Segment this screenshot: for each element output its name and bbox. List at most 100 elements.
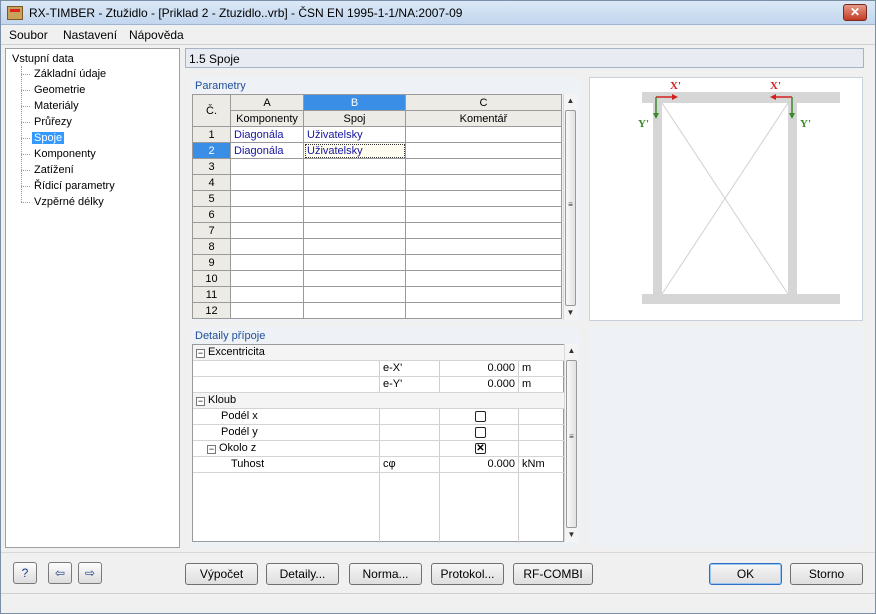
podel-x-checkbox[interactable] [475, 411, 486, 422]
close-button[interactable]: ✕ [843, 4, 867, 21]
table-row[interactable]: 4 [192, 174, 562, 191]
komentar-cell[interactable] [405, 286, 562, 303]
table-row[interactable]: 12 [192, 302, 562, 319]
scroll-up-icon[interactable]: ▲ [565, 344, 578, 358]
row-number[interactable]: 12 [192, 302, 231, 319]
table-row[interactable]: 1 Diagonála Uživatelsky [192, 126, 562, 143]
table-row[interactable]: 6 [192, 206, 562, 223]
vypocet-button[interactable]: Výpočet [185, 563, 258, 585]
row-number[interactable]: 9 [192, 254, 231, 271]
spoj-cell[interactable] [303, 222, 406, 239]
scroll-up-icon[interactable]: ▲ [564, 94, 577, 108]
collapse-icon[interactable]: − [207, 445, 216, 454]
komentar-cell[interactable] [405, 254, 562, 271]
nav-root-vstupni-data[interactable]: Vstupní data [12, 53, 74, 65]
ok-button[interactable]: OK [709, 563, 782, 585]
komentar-cell[interactable] [405, 302, 562, 319]
norma-button[interactable]: Norma... [349, 563, 422, 585]
col-letter-b[interactable]: B [303, 94, 406, 111]
komponenty-cell[interactable] [230, 302, 304, 319]
spoj-cell[interactable] [303, 254, 406, 271]
menu-soubor[interactable]: Soubor [9, 28, 48, 42]
col-letter-a[interactable]: A [230, 94, 304, 111]
komentar-cell[interactable] [405, 126, 562, 143]
ex-value-input[interactable]: 0.000 [443, 361, 515, 376]
spoj-cell[interactable] [303, 174, 406, 191]
nav-item-prurezy[interactable]: Průřezy [32, 116, 74, 128]
row-number[interactable]: 11 [192, 286, 231, 303]
table-row[interactable]: 2 Diagonála Uživatelsky [192, 142, 562, 159]
scroll-down-icon[interactable]: ▼ [564, 306, 577, 320]
spoj-cell[interactable] [303, 206, 406, 223]
rf-combi-button[interactable]: RF-COMBI [513, 563, 593, 585]
group-kloub[interactable]: − Kloub [193, 393, 565, 409]
komentar-cell[interactable] [405, 190, 562, 207]
protokol-button[interactable]: Protokol... [431, 563, 504, 585]
podel-y-checkbox[interactable] [475, 427, 486, 438]
table-row[interactable]: 7 [192, 222, 562, 239]
spoj-cell[interactable] [303, 302, 406, 319]
spoj-cell[interactable] [303, 286, 406, 303]
group-excentricita[interactable]: − Excentricita [193, 345, 565, 361]
komponenty-cell[interactable] [230, 270, 304, 287]
komentar-cell[interactable] [405, 206, 562, 223]
row-number[interactable]: 7 [192, 222, 231, 239]
export-button[interactable]: ⇨ [78, 562, 102, 584]
row-number[interactable]: 3 [192, 158, 231, 175]
komponenty-cell[interactable] [230, 190, 304, 207]
nav-item-spoje[interactable]: Spoje [32, 132, 65, 144]
komentar-cell[interactable] [405, 238, 562, 255]
col-letter-c[interactable]: C [405, 94, 562, 111]
komentar-cell[interactable] [405, 158, 562, 175]
table-row[interactable]: 10 [192, 270, 562, 287]
scroll-thumb[interactable] [566, 360, 577, 528]
nav-item-komponenty[interactable]: Komponenty [32, 148, 98, 160]
komponenty-cell[interactable] [230, 206, 304, 223]
parameters-scrollbar[interactable]: ▲ ≡ ▼ [563, 94, 577, 320]
komponenty-cell[interactable]: Diagonála [230, 126, 304, 143]
collapse-icon[interactable]: − [196, 349, 205, 358]
komentar-cell[interactable] [405, 222, 562, 239]
table-row[interactable]: 9 [192, 254, 562, 271]
row-number[interactable]: 5 [192, 190, 231, 207]
nav-item-vzperne-delky[interactable]: Vzpěrné délky [32, 196, 106, 208]
collapse-icon[interactable]: − [196, 397, 205, 406]
komponenty-cell[interactable] [230, 254, 304, 271]
details-scrollbar[interactable]: ▲ ≡ ▼ [564, 344, 578, 542]
row-number[interactable]: 4 [192, 174, 231, 191]
komponenty-cell[interactable] [230, 174, 304, 191]
scroll-down-icon[interactable]: ▼ [565, 528, 578, 542]
okolo-z-checkbox[interactable]: ✕ [475, 443, 486, 454]
komponenty-cell[interactable] [230, 222, 304, 239]
import-button[interactable]: ⇦ [48, 562, 72, 584]
nav-item-zatizeni[interactable]: Zatížení [32, 164, 76, 176]
nav-item-zakladni-udaje[interactable]: Základní údaje [32, 68, 108, 80]
table-row[interactable]: 5 [192, 190, 562, 207]
komentar-cell[interactable] [405, 142, 562, 159]
tuhost-value-input[interactable]: 0.000 [443, 457, 515, 472]
row-number[interactable]: 8 [192, 238, 231, 255]
storno-button[interactable]: Storno [790, 563, 863, 585]
row-number[interactable]: 2 [192, 142, 231, 159]
komponenty-cell[interactable]: Diagonála [230, 142, 304, 159]
ey-value-input[interactable]: 0.000 [443, 377, 515, 392]
komponenty-cell[interactable] [230, 158, 304, 175]
komponenty-cell[interactable] [230, 238, 304, 255]
nav-item-ridici-parametry[interactable]: Řídicí parametry [32, 180, 117, 192]
table-row[interactable]: 11 [192, 286, 562, 303]
table-row[interactable]: 8 [192, 238, 562, 255]
spoj-cell[interactable]: Uživatelsky [303, 142, 406, 159]
detaily-button[interactable]: Detaily... [266, 563, 339, 585]
menu-napoveda[interactable]: Nápověda [129, 28, 184, 42]
nav-item-materialy[interactable]: Materiály [32, 100, 81, 112]
table-row[interactable]: 3 [192, 158, 562, 175]
spoj-cell[interactable] [303, 158, 406, 175]
row-number[interactable]: 10 [192, 270, 231, 287]
spoj-cell[interactable] [303, 238, 406, 255]
help-button[interactable]: ? [13, 562, 37, 584]
spoj-cell[interactable]: Uživatelsky [303, 126, 406, 143]
komentar-cell[interactable] [405, 270, 562, 287]
spoj-cell[interactable] [303, 190, 406, 207]
nav-item-geometrie[interactable]: Geometrie [32, 84, 87, 96]
komponenty-cell[interactable] [230, 286, 304, 303]
